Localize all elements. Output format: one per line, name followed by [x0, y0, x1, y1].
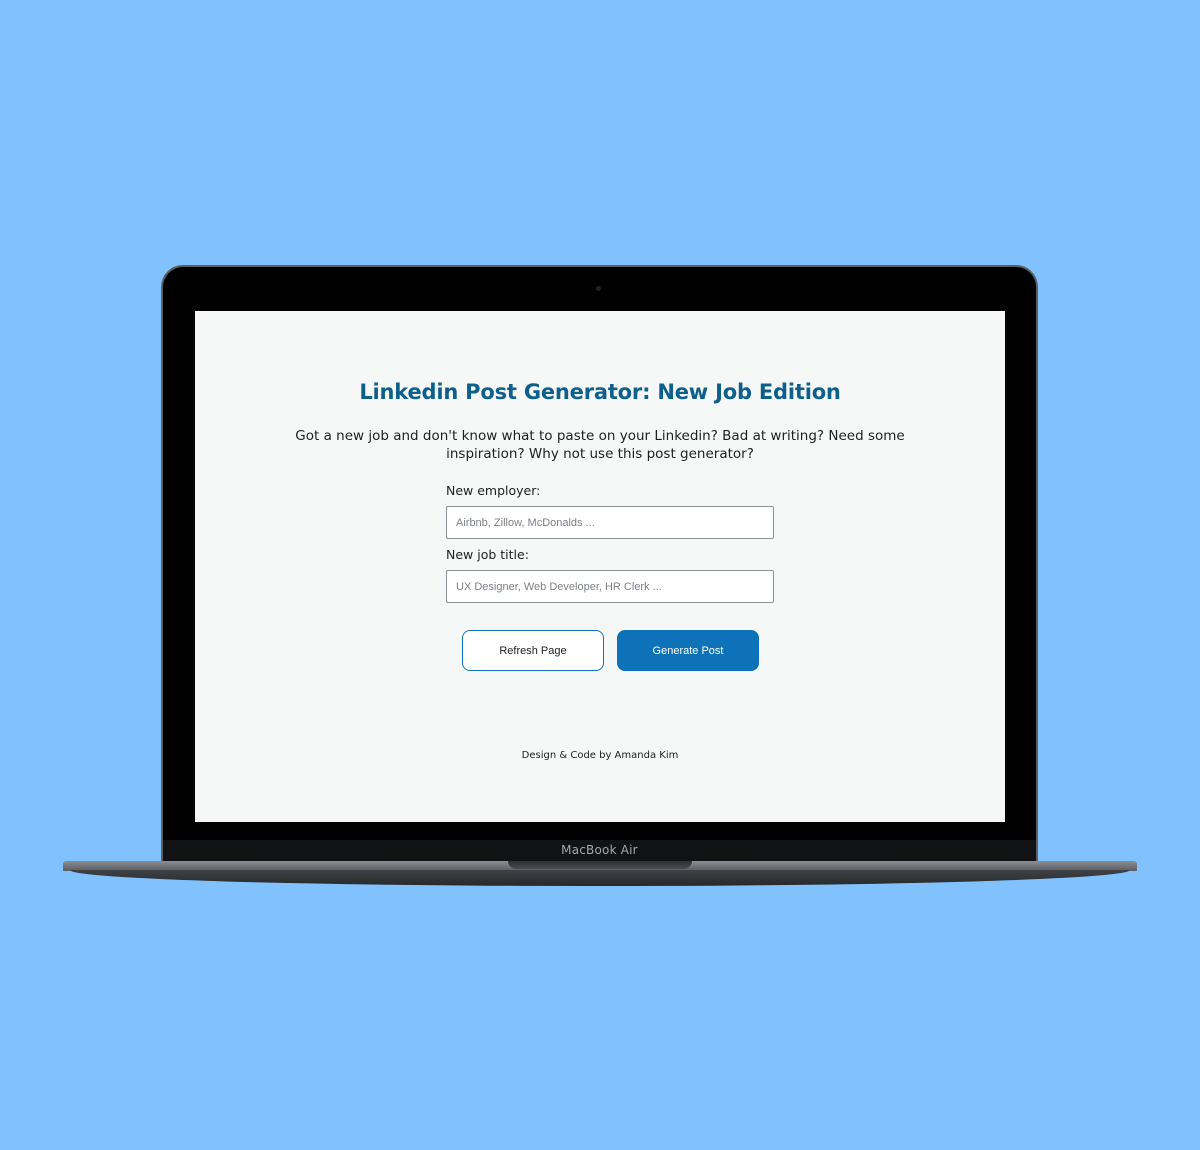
camera-icon — [596, 286, 601, 291]
employer-input[interactable] — [446, 506, 774, 539]
footer-credit: Design & Code by Amanda Kim — [521, 750, 679, 761]
page-title: Linkedin Post Generator: New Job Edition — [359, 380, 841, 404]
device-model-label: MacBook Air — [561, 843, 638, 857]
job-title-label: New job title: — [446, 547, 529, 562]
employer-label: New employer: — [446, 483, 541, 498]
generate-post-button[interactable]: Generate Post — [617, 630, 759, 671]
job-title-input[interactable] — [446, 570, 774, 603]
refresh-page-button[interactable]: Refresh Page — [462, 630, 604, 671]
laptop-hinge-notch — [508, 861, 692, 869]
intro-text: Got a new job and don't know what to pas… — [295, 428, 905, 462]
mockup-stage: Linkedin Post Generator: New Job Edition… — [0, 0, 1200, 1150]
laptop-screen: Linkedin Post Generator: New Job Edition… — [195, 311, 1005, 822]
laptop-base-bottom — [70, 870, 1130, 886]
